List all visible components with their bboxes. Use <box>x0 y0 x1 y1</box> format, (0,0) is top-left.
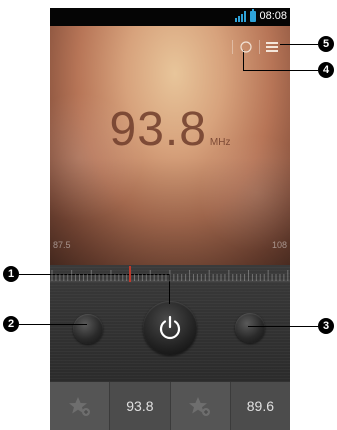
preset-bar: 93.8 89.6 <box>50 382 290 430</box>
callout-3-line <box>248 326 318 327</box>
callout-5: 5 <box>318 36 334 52</box>
frequency-unit: MHz <box>209 137 231 148</box>
callout-2-line <box>19 324 87 325</box>
divider <box>232 40 233 54</box>
callout-5-line <box>280 44 318 45</box>
previous-station-button[interactable] <box>73 314 103 344</box>
callout-3: 3 <box>318 318 334 334</box>
range-max-label: 108 <box>271 240 287 250</box>
radio-display: 93.8 MHz 87.5 108 <box>50 26 290 282</box>
status-time: 08:08 <box>259 10 287 22</box>
callout-2: 2 <box>3 316 19 332</box>
preset-station-2[interactable]: 89.6 <box>230 382 290 430</box>
star-add-icon <box>189 397 211 416</box>
power-icon <box>159 315 181 340</box>
preset-station-1[interactable]: 93.8 <box>110 382 171 430</box>
preset-add-favorite-2[interactable] <box>170 382 231 430</box>
callout-4-line <box>243 70 318 71</box>
star-add-icon <box>68 397 90 416</box>
signal-icon <box>235 10 247 22</box>
search-icon[interactable] <box>239 40 253 54</box>
tuning-scale[interactable] <box>50 262 290 282</box>
divider <box>259 40 260 54</box>
preset-station-label: 93.8 <box>126 398 154 414</box>
menu-icon[interactable] <box>266 42 278 52</box>
preset-station-label: 89.6 <box>246 398 274 414</box>
tuning-needle[interactable] <box>129 266 131 282</box>
status-bar: 08:08 <box>50 8 290 26</box>
callout-1: 1 <box>3 266 19 282</box>
power-button[interactable] <box>143 301 197 355</box>
phone-screen: 08:08 93.8 MHz 87.5 108 93.8 89.6 <box>50 8 290 430</box>
preset-add-favorite-1[interactable] <box>50 382 111 430</box>
callout-4: 4 <box>318 62 334 78</box>
battery-icon <box>250 8 257 22</box>
range-min-label: 87.5 <box>53 240 71 250</box>
frequency-value: 93.8 <box>109 103 207 156</box>
frequency-readout: 93.8 MHz <box>50 102 290 157</box>
next-station-button[interactable] <box>235 313 265 343</box>
